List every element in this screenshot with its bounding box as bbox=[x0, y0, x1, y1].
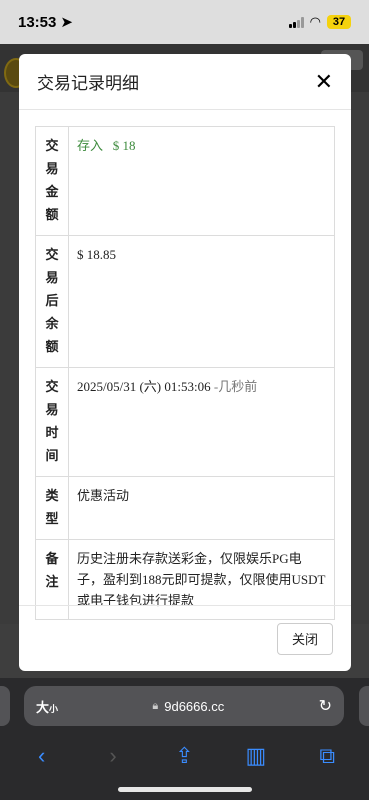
close-button[interactable]: 关闭 bbox=[277, 622, 333, 655]
status-time: 13:53 ➤ bbox=[18, 13, 73, 32]
status-time-text: 13:53 bbox=[18, 13, 57, 31]
share-icon[interactable]: ⇪ bbox=[164, 743, 204, 769]
lock-icon: 🔒︎ bbox=[152, 699, 159, 712]
row-key: 类型 bbox=[35, 476, 69, 540]
table-row: 交易后余额 $ 18.85 bbox=[35, 235, 335, 368]
home-indicator[interactable] bbox=[118, 787, 252, 792]
modal-footer: 关闭 bbox=[19, 605, 351, 671]
row-key: 交易时间 bbox=[35, 367, 69, 477]
reload-icon[interactable]: ↻ bbox=[319, 696, 332, 716]
url-display[interactable]: 🔒︎ 9d6666.cc bbox=[152, 699, 224, 714]
deposit-amount: $ 18 bbox=[112, 138, 136, 153]
close-icon[interactable]: ✕ bbox=[315, 70, 333, 93]
battery-indicator: 37 bbox=[327, 15, 351, 29]
row-value: $ 18.85 bbox=[68, 235, 335, 368]
browser-toolbar: ‹ › ⇪ ▥ ⧉ bbox=[0, 736, 369, 776]
table-row: 类型 优惠活动 bbox=[35, 476, 335, 540]
text-size-button[interactable]: 大小 bbox=[36, 697, 58, 716]
transaction-detail-modal: 交易记录明细 ✕ 交易金额 存入 $ 18 交易后余额 $ 18.85 交易时间 bbox=[19, 54, 351, 671]
back-chevron-icon[interactable]: ‹ bbox=[22, 743, 62, 769]
table-row: 交易金额 存入 $ 18 bbox=[35, 126, 335, 236]
bookmarks-icon[interactable]: ▥ bbox=[236, 743, 276, 769]
detail-table: 交易金额 存入 $ 18 交易后余额 $ 18.85 交易时间 2025/05/… bbox=[35, 126, 335, 620]
wifi-icon: ◠ bbox=[309, 14, 321, 29]
status-bar: 13:53 ➤ ◠ 37 bbox=[0, 0, 369, 44]
row-value: 2025/05/31 (六) 01:53:06 -几秒前 bbox=[68, 367, 335, 477]
address-bar[interactable]: 大小 🔒︎ 9d6666.cc ↻ bbox=[24, 686, 344, 726]
location-arrow-icon: ➤ bbox=[60, 14, 73, 31]
screen: 13:53 ➤ ◠ 37 交易记录明细 ✕ 交易金额 存入 $ 18 交易后余额… bbox=[0, 0, 369, 800]
row-key: 交易金额 bbox=[35, 126, 69, 236]
row-key: 交易后余额 bbox=[35, 235, 69, 368]
row-value: 存入 $ 18 bbox=[68, 126, 335, 236]
table-row: 交易时间 2025/05/31 (六) 01:53:06 -几秒前 bbox=[35, 367, 335, 477]
forward-chevron-icon[interactable]: › bbox=[93, 743, 133, 769]
transaction-time: 2025/05/31 (六) 01:53:06 bbox=[77, 379, 211, 394]
deposit-type: 存入 bbox=[77, 138, 104, 153]
previous-tab-peek[interactable] bbox=[0, 686, 10, 726]
browser-chrome: 大小 🔒︎ 9d6666.cc ↻ ‹ › ⇪ ▥ ⧉ bbox=[0, 678, 369, 800]
tabs-icon[interactable]: ⧉ bbox=[307, 743, 347, 769]
next-tab-peek[interactable] bbox=[359, 686, 369, 726]
status-indicators: ◠ 37 bbox=[288, 14, 351, 30]
modal-body: 交易金额 存入 $ 18 交易后余额 $ 18.85 交易时间 2025/05/… bbox=[19, 110, 351, 620]
relative-time: -几秒前 bbox=[213, 379, 258, 394]
url-text: 9d6666.cc bbox=[164, 698, 225, 714]
cellular-signal-icon bbox=[288, 16, 304, 28]
modal-header: 交易记录明细 ✕ bbox=[19, 54, 351, 110]
address-row: 大小 🔒︎ 9d6666.cc ↻ bbox=[0, 684, 369, 730]
row-value: 优惠活动 bbox=[68, 476, 335, 540]
modal-title: 交易记录明细 bbox=[37, 74, 139, 93]
